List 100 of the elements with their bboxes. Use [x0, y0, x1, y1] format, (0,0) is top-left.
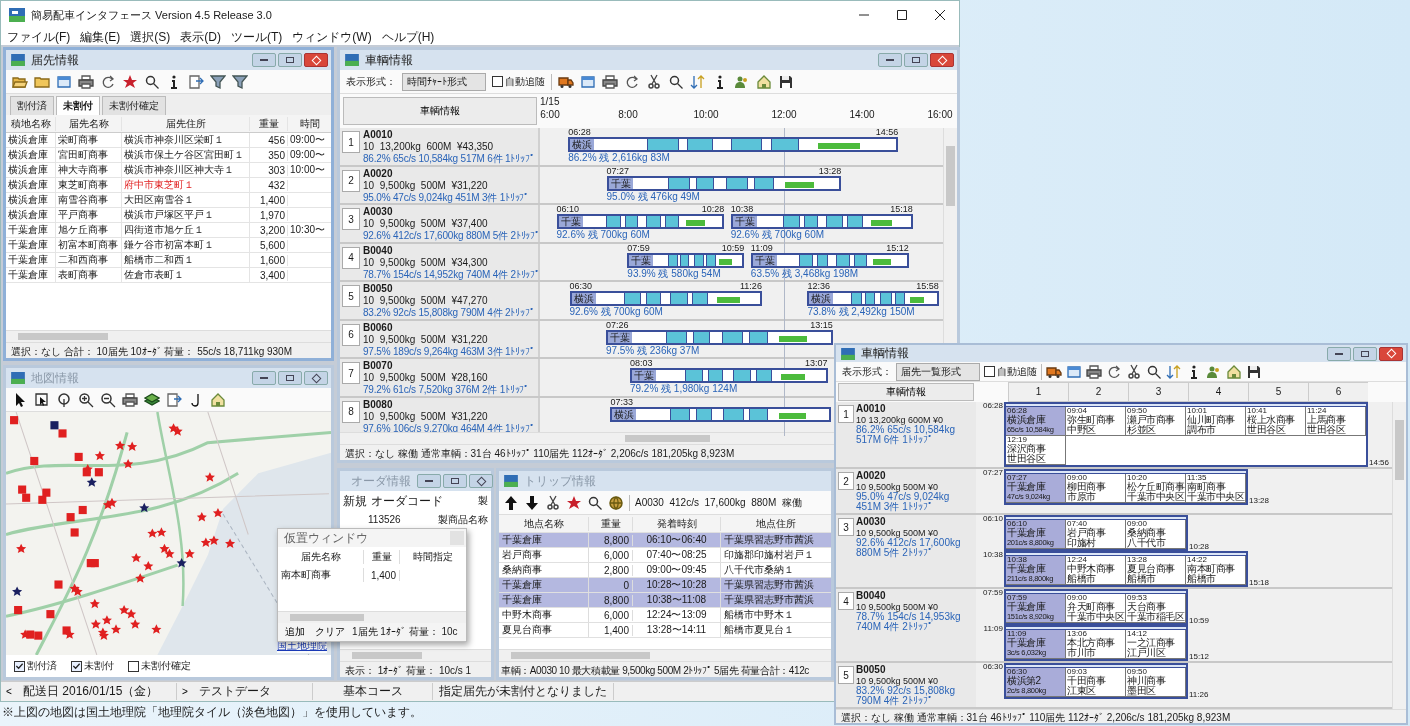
menu-item[interactable]: ツール(T): [231, 28, 283, 46]
column-header[interactable]: 重量: [250, 116, 288, 131]
next-day-button[interactable]: >: [177, 686, 193, 697]
trip-row[interactable]: 岩戸商事 6,000 07:40〜08:25 印旛郡印旛村岩戸１: [499, 548, 831, 563]
menu-item[interactable]: 選択(S): [130, 28, 171, 46]
lasso-icon[interactable]: [56, 391, 72, 408]
search-icon[interactable]: [587, 494, 603, 511]
close-button[interactable]: [469, 474, 493, 488]
minimize-button[interactable]: [417, 474, 441, 488]
filter-icon[interactable]: [210, 73, 226, 90]
close-button[interactable]: [304, 53, 328, 67]
filter-icon[interactable]: [232, 73, 248, 90]
column-header[interactable]: 地点住所: [721, 516, 831, 531]
trip-row[interactable]: 中野木商事 6,000 12:24〜13:09 船橋市中野木１: [499, 608, 831, 623]
map-image[interactable]: [6, 412, 331, 655]
stop-cell[interactable]: 14:22 南本町商事 船橋市: [1186, 556, 1246, 585]
refresh-icon[interactable]: [624, 73, 640, 90]
stop-cell[interactable]: 14:12 一之江商事 江戸川区: [1126, 630, 1186, 659]
window-icon[interactable]: [580, 73, 596, 90]
checkbox-label[interactable]: 割付済: [27, 659, 57, 673]
printer-icon[interactable]: [122, 391, 138, 408]
search-icon[interactable]: [144, 73, 160, 90]
trip-bar[interactable]: 横浜: [569, 291, 762, 306]
column-header[interactable]: 5: [1248, 382, 1308, 402]
column-header[interactable]: 時間指定: [400, 550, 466, 564]
scissors-icon[interactable]: [646, 73, 662, 90]
house-icon[interactable]: [756, 73, 772, 90]
column-header[interactable]: 届先住所: [122, 116, 250, 131]
horizontal-scrollbar[interactable]: [278, 611, 466, 623]
stop-cell[interactable]: 09:53 天台商事 千葉市稲毛区: [1126, 594, 1186, 623]
display-format-dropdown[interactable]: 届先一覧形式: [896, 362, 980, 381]
column-header[interactable]: 新規: [340, 492, 368, 510]
trip-row[interactable]: 千葉倉庫 8,800 06:10〜06:40 千葉県習志野市茜浜: [499, 533, 831, 548]
trip-bar[interactable]: 横浜: [568, 137, 899, 152]
export-icon[interactable]: [166, 391, 182, 408]
trip-bar[interactable]: 千葉: [556, 214, 725, 229]
search-icon[interactable]: [668, 73, 684, 90]
trip-bar[interactable]: 横浜: [610, 406, 831, 422]
refresh-icon[interactable]: [100, 73, 116, 90]
column-header[interactable]: 1: [1008, 382, 1068, 402]
up-arrow-icon[interactable]: [503, 494, 519, 511]
house-icon[interactable]: [210, 391, 226, 408]
close-button[interactable]: [930, 53, 954, 67]
zoom-in-icon[interactable]: [78, 391, 94, 408]
menu-item[interactable]: 編集(E): [80, 28, 121, 46]
checkbox-label[interactable]: 未割付確定: [141, 659, 191, 673]
menu-item[interactable]: ウィンドウ(W): [292, 28, 372, 46]
tab[interactable]: 未割付: [56, 96, 100, 115]
stop-cell[interactable]: 07:40 岩戸商事 印旛村: [1066, 520, 1126, 549]
refresh-icon[interactable]: [1106, 363, 1122, 380]
zoom-out-icon[interactable]: [100, 391, 116, 408]
checkbox-label[interactable]: 未割付: [84, 659, 114, 673]
stop-cell[interactable]: 09:50 神川商事 墨田区: [1126, 668, 1186, 697]
trip-bar[interactable]: 千葉: [605, 329, 833, 345]
stop-cell[interactable]: 10:20 松ケ丘町商事 千葉市中央区: [1126, 474, 1186, 503]
column-header[interactable]: 重量: [364, 550, 400, 564]
maximize-button[interactable]: [278, 53, 302, 67]
checkbox-label[interactable]: 自動追随: [997, 364, 1037, 379]
layers-icon[interactable]: [144, 391, 160, 408]
trip-bar[interactable]: 千葉: [627, 252, 745, 268]
horizontal-scrollbar[interactable]: [340, 432, 835, 444]
minimize-button[interactable]: [252, 53, 276, 67]
stop-cell[interactable]: 13:28 夏見台商事 船橋市: [1126, 556, 1186, 585]
down-arrow-icon[interactable]: [524, 494, 540, 511]
scissors-icon[interactable]: [1126, 363, 1142, 380]
checkbox[interactable]: [71, 660, 82, 672]
column-header[interactable]: 地点名称: [499, 516, 589, 531]
vehicle-info-header-button[interactable]: 車輌情報: [838, 383, 974, 401]
menu-item[interactable]: 表示(D): [180, 28, 221, 46]
column-header[interactable]: 6: [1308, 382, 1368, 402]
stop-cell[interactable]: 11:35 南町商事 千葉市中央区: [1186, 474, 1246, 503]
horizontal-scrollbar[interactable]: [340, 649, 491, 661]
checkbox[interactable]: [492, 76, 503, 87]
checkbox[interactable]: [128, 660, 139, 672]
checkbox[interactable]: [14, 660, 25, 672]
trip-bar[interactable]: 横浜: [807, 291, 939, 306]
trip-row[interactable]: 夏見台商事 1,400 13:28〜14:11 船橋市夏見台１: [499, 623, 831, 638]
scissors-icon[interactable]: [545, 494, 561, 511]
checkbox[interactable]: [984, 366, 995, 377]
trip-bar[interactable]: 千葉: [730, 214, 913, 229]
column-header[interactable]: 時間: [288, 116, 331, 131]
star-icon[interactable]: [566, 494, 582, 511]
stop-cell[interactable]: 10:01 仙川町商事 調布市: [1186, 407, 1246, 436]
footer-button[interactable]: 追加: [282, 625, 308, 639]
window-icon[interactable]: [56, 73, 72, 90]
stop-cell[interactable]: 11:24 上馬商事 世田谷区: [1306, 407, 1366, 436]
sort-icon[interactable]: [1166, 363, 1182, 380]
stop-cell[interactable]: 09:00 弁天町商事 千葉市中央区: [1066, 594, 1126, 623]
column-header[interactable]: 4: [1188, 382, 1248, 402]
stop-cell[interactable]: 09:50 瀬戸市商事 杉並区: [1126, 407, 1186, 436]
maximize-button[interactable]: [278, 371, 302, 385]
stop-cell[interactable]: 09:00 柳田商事 市原市: [1066, 474, 1126, 503]
minimize-button[interactable]: [252, 371, 276, 385]
sort-icon[interactable]: [690, 73, 706, 90]
close-button[interactable]: [1379, 346, 1403, 361]
minimize-button[interactable]: [1327, 346, 1351, 361]
printer-icon[interactable]: [1086, 363, 1102, 380]
horizontal-scrollbar[interactable]: [6, 330, 331, 342]
save-icon[interactable]: [778, 73, 794, 90]
checkbox-label[interactable]: 自動追随: [505, 74, 545, 89]
